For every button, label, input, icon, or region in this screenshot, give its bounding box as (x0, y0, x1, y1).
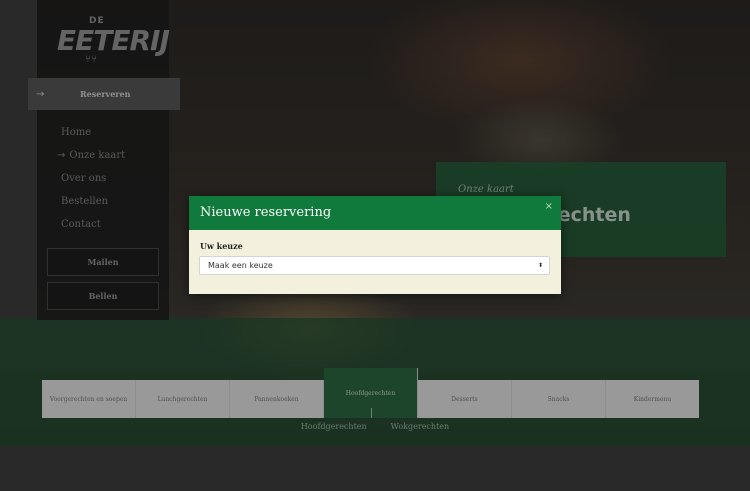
select-caret-icon: ⬍ (537, 262, 543, 269)
choice-label: Uw keuze (200, 241, 243, 251)
select-value: Maak een keuze (208, 261, 273, 270)
modal-title: Nieuwe reservering (200, 205, 332, 220)
close-icon[interactable]: × (545, 201, 553, 212)
modal-header: Nieuwe reservering × (189, 196, 561, 230)
reservation-modal: Nieuwe reservering × Uw keuze Maak een k… (189, 196, 561, 294)
choice-select[interactable]: Maak een keuze ⬍ (199, 256, 550, 275)
